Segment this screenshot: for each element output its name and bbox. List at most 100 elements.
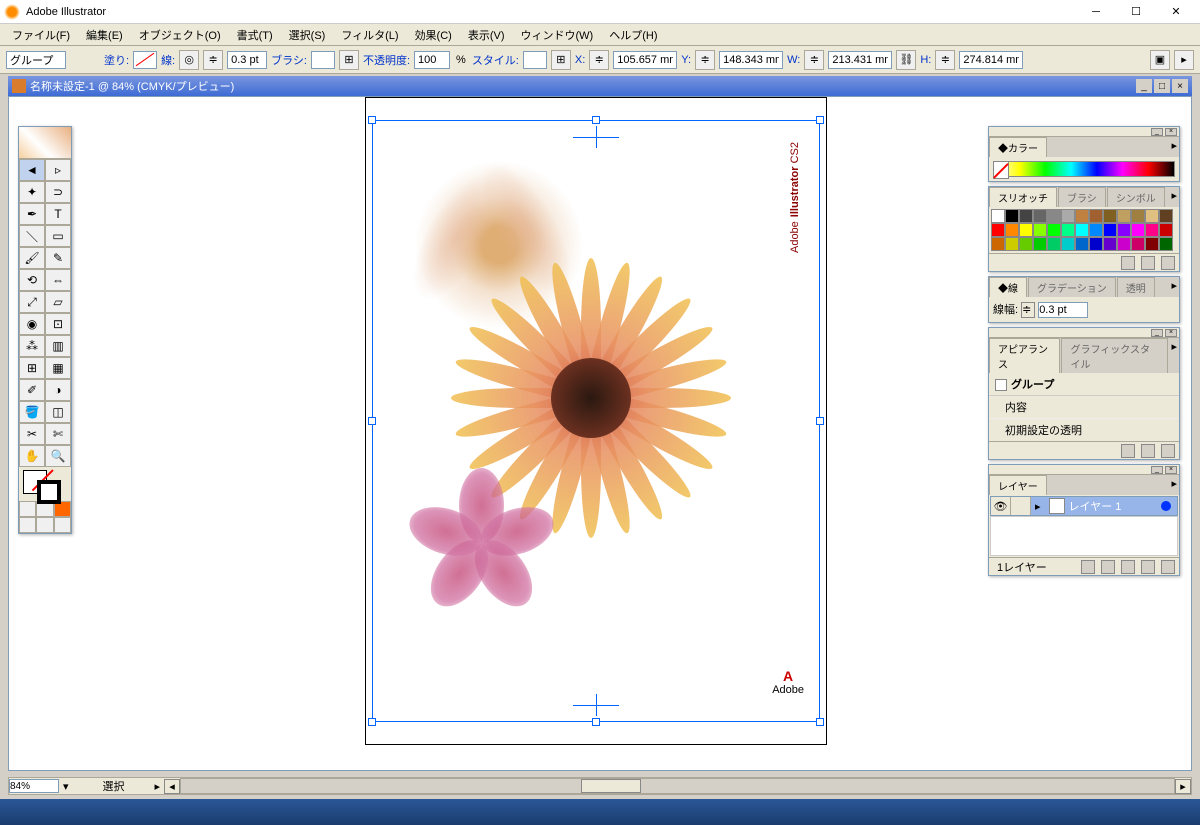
lasso-tool[interactable]: ⊃	[45, 181, 71, 203]
swatch-option-icon[interactable]	[1121, 256, 1135, 270]
line-tool[interactable]: ＼	[19, 225, 45, 247]
tab-gradient[interactable]: グラデーション	[1028, 277, 1116, 297]
slice-tool[interactable]: ✂	[19, 423, 45, 445]
layer-thumbnail[interactable]	[1049, 498, 1065, 514]
locate-layer-icon[interactable]	[1081, 560, 1095, 574]
zoom-field[interactable]	[9, 779, 59, 793]
panel-menu-icon[interactable]: ▸	[1171, 279, 1177, 295]
scrollbar-thumb[interactable]	[581, 779, 641, 793]
layer-target-icon[interactable]	[1161, 501, 1171, 511]
stroke-label[interactable]: 線:	[161, 52, 175, 68]
x-label[interactable]: X:	[575, 54, 585, 66]
menu-type[interactable]: 書式(T)	[229, 24, 281, 46]
appearance-content-row[interactable]: 内容	[989, 396, 1179, 419]
brush-options-icon[interactable]: ⊞	[339, 50, 359, 70]
tab-brushes[interactable]: ブラシ	[1058, 187, 1106, 207]
doc-maximize-button[interactable]: □	[1154, 79, 1170, 93]
swatch[interactable]	[1131, 223, 1145, 237]
menu-view[interactable]: 表示(V)	[460, 24, 513, 46]
palette-toggle-icon[interactable]: ▣	[1150, 50, 1170, 70]
delete-swatch-icon[interactable]	[1161, 256, 1175, 270]
color-spectrum[interactable]	[993, 161, 1175, 177]
swatch[interactable]	[1159, 237, 1173, 251]
selection-handle[interactable]	[592, 116, 600, 124]
panel-menu-icon[interactable]: ▸	[1171, 340, 1177, 371]
make-clip-icon[interactable]	[1101, 560, 1115, 574]
stroke-indicator[interactable]	[37, 480, 61, 504]
type-tool[interactable]: T	[45, 203, 71, 225]
blend-tool[interactable]: ◑	[45, 379, 71, 401]
none-color-swatch[interactable]	[993, 161, 1009, 179]
menu-effect[interactable]: 効果(C)	[407, 24, 460, 46]
duplicate-icon[interactable]	[1141, 444, 1155, 458]
maximize-button[interactable]: ☐	[1116, 1, 1156, 23]
swatch[interactable]	[1089, 223, 1103, 237]
color-mode-button[interactable]	[19, 501, 36, 517]
swatch[interactable]	[1061, 209, 1075, 223]
swatch[interactable]	[1145, 209, 1159, 223]
swatch[interactable]	[1033, 237, 1047, 251]
pencil-tool[interactable]: ✎	[45, 247, 71, 269]
h-label[interactable]: H:	[920, 54, 931, 66]
layer-lock-icon[interactable]	[1011, 497, 1031, 515]
swatch[interactable]	[1047, 223, 1061, 237]
gradient-tool[interactable]: ▦	[45, 357, 71, 379]
shear-tool[interactable]: ▱	[45, 291, 71, 313]
swatch[interactable]	[991, 237, 1005, 251]
swatch[interactable]	[1047, 209, 1061, 223]
brush-swatch[interactable]	[311, 51, 335, 69]
w-label[interactable]: W:	[787, 54, 800, 66]
menu-filter[interactable]: フィルタ(L)	[333, 24, 406, 46]
hand-tool[interactable]: ✋	[19, 445, 45, 467]
menu-window[interactable]: ウィンドウ(W)	[513, 24, 602, 46]
swatch[interactable]	[1103, 223, 1117, 237]
eyedropper-tool[interactable]: ✐	[19, 379, 45, 401]
swatch[interactable]	[1089, 209, 1103, 223]
screen-mode-button[interactable]	[19, 517, 36, 533]
screen-mode-button[interactable]	[36, 517, 53, 533]
selection-tool[interactable]: ◄	[19, 159, 45, 181]
swatch[interactable]	[1089, 237, 1103, 251]
tab-graphic-styles[interactable]: グラフィックスタイル	[1061, 338, 1168, 373]
selection-handle[interactable]	[368, 417, 376, 425]
y-stepper[interactable]: ≑	[695, 50, 715, 70]
h-field[interactable]	[959, 51, 1023, 69]
brush-label[interactable]: ブラシ:	[271, 52, 307, 68]
swatch[interactable]	[1047, 237, 1061, 251]
swatch[interactable]	[1061, 237, 1075, 251]
selection-handle[interactable]	[816, 417, 824, 425]
close-button[interactable]: ✕	[1156, 1, 1196, 23]
tab-transparency[interactable]: 透明	[1117, 277, 1155, 297]
y-label[interactable]: Y:	[681, 54, 691, 66]
swatch[interactable]	[1061, 223, 1075, 237]
fill-swatch[interactable]	[133, 51, 157, 69]
swatch[interactable]	[1103, 209, 1117, 223]
align-icon[interactable]: ⊞	[551, 50, 571, 70]
swatch[interactable]	[1159, 209, 1173, 223]
swatch[interactable]	[1075, 223, 1089, 237]
panel-minimize-button[interactable]: _	[1151, 128, 1163, 136]
horizontal-scrollbar[interactable]	[180, 778, 1175, 794]
selection-handle[interactable]	[368, 116, 376, 124]
minimize-button[interactable]: ─	[1076, 1, 1116, 23]
layer-name[interactable]: レイヤー 1	[1069, 498, 1161, 514]
panel-menu-icon[interactable]: ▸	[1171, 477, 1177, 493]
swatch[interactable]	[1019, 237, 1033, 251]
swatch[interactable]	[991, 209, 1005, 223]
live-paint-select-tool[interactable]: ◫	[45, 401, 71, 423]
link-wh-icon[interactable]: ⛓	[896, 50, 916, 70]
warp-tool[interactable]: ◉	[19, 313, 45, 335]
fill-label[interactable]: 塗り:	[104, 52, 129, 68]
selection-type-field[interactable]	[6, 51, 66, 69]
style-swatch[interactable]	[523, 51, 547, 69]
panel-menu-icon[interactable]: ▸	[1171, 189, 1177, 205]
tab-appearance[interactable]: アピアランス	[989, 338, 1060, 373]
menu-object[interactable]: オブジェクト(O)	[131, 24, 229, 46]
tab-stroke[interactable]: ◆線	[989, 277, 1027, 297]
panel-minimize-button[interactable]: _	[1151, 466, 1163, 474]
zoom-dropdown-icon[interactable]: ▾	[63, 780, 69, 793]
options-more-icon[interactable]: ▸	[1174, 50, 1194, 70]
stroke-weight-stepper[interactable]: ≑	[203, 50, 223, 70]
scissors-tool[interactable]: ✄	[45, 423, 71, 445]
selection-center-marker[interactable]	[573, 700, 619, 710]
